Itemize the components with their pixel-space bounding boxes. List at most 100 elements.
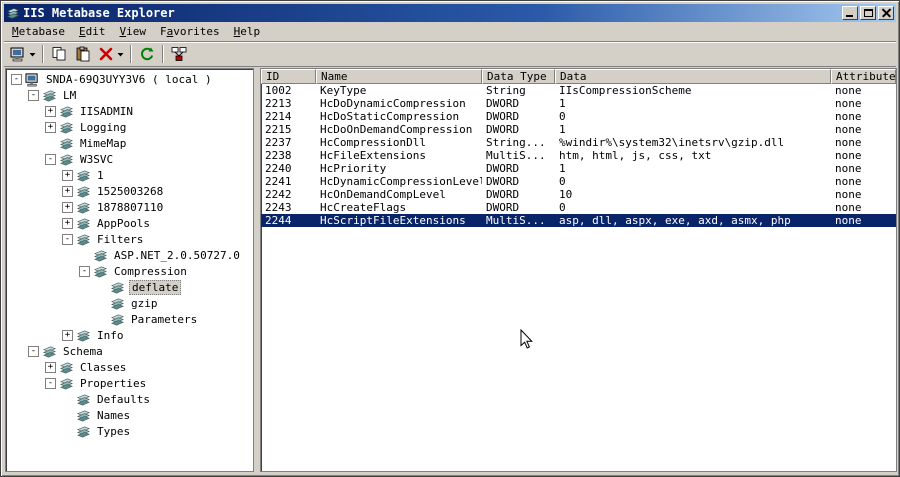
tree-item-classes[interactable]: + Classes [6, 359, 253, 375]
maximize-icon [863, 9, 873, 17]
tree-item-mimemap[interactable]: MimeMap [6, 135, 253, 151]
tree-item-label[interactable]: Classes [78, 361, 128, 374]
tree-item-label[interactable]: Properties [78, 377, 148, 390]
tree-item-label[interactable]: SNDA-69Q3UYY3V6 ( local ) [44, 73, 214, 86]
tree-item-gzip[interactable]: gzip [6, 295, 253, 311]
tree-item-asp-net-2-0-50727-0[interactable]: ASP.NET_2.0.50727.0 [6, 247, 253, 263]
column-header-data-type[interactable]: Data Type [482, 69, 555, 84]
table-row[interactable]: 2244 HcScriptFileExtensions MultiS... asp, … [261, 214, 896, 227]
tree-item-1[interactable]: +1 [6, 167, 253, 183]
table-row[interactable]: 2215 HcDoOnDemandCompression DWORD 1 none [261, 123, 896, 136]
tree-item-label[interactable]: 1 [95, 169, 106, 182]
network-button[interactable] [167, 43, 191, 65]
refresh-button[interactable] [135, 43, 159, 65]
table-row[interactable]: 2237 HcCompressionDll String... %windir%\sy… [261, 136, 896, 149]
tree-item-label[interactable]: 1878807110 [95, 201, 165, 214]
tree-item-1525003268[interactable]: +1525003268 [6, 183, 253, 199]
column-header-data[interactable]: Data [555, 69, 831, 84]
tree-item-label[interactable]: Logging [78, 121, 128, 134]
dropdown-caret-icon[interactable] [117, 52, 124, 57]
cell-attrs: none [835, 123, 862, 136]
tree-toggle-plus-icon[interactable]: + [62, 329, 73, 341]
tree-item-names[interactable]: Names [6, 407, 253, 423]
table-row[interactable]: 2213 HcDoDynamicCompression DWORD 1 none [261, 97, 896, 110]
tree-item-label[interactable]: 1525003268 [95, 185, 165, 198]
tree-toggle-plus-icon[interactable]: + [45, 361, 56, 373]
minimize-button[interactable] [842, 6, 858, 20]
menu-view[interactable]: View [112, 23, 153, 40]
tree-item-label[interactable]: Parameters [129, 313, 199, 326]
tree-item-types[interactable]: Types [6, 423, 253, 439]
delete-icon [98, 46, 114, 62]
table-row[interactable]: 1002 KeyType String IIsCompressionScheme non… [261, 84, 896, 97]
tree-toggle-minus-icon[interactable]: - [79, 265, 90, 277]
table-row[interactable]: 2242 HcOnDemandCompLevel DWORD 10 none [261, 188, 896, 201]
tree-item-label[interactable]: Schema [61, 345, 105, 358]
table-row[interactable]: 2243 HcCreateFlags DWORD 0 none [261, 201, 896, 214]
column-header-attributes[interactable]: Attributes [831, 69, 896, 84]
tree-item-label[interactable]: deflate [129, 279, 182, 295]
tree-item-label[interactable]: Defaults [95, 393, 152, 406]
column-header-name[interactable]: Name [316, 69, 482, 84]
tree-item-iisadmin[interactable]: + IISADMIN [6, 103, 253, 119]
tree-item-label[interactable]: LM [61, 89, 78, 102]
dropdown-caret-icon[interactable] [29, 52, 36, 57]
close-button[interactable] [878, 6, 894, 20]
tree-item-filters[interactable]: - Filters [6, 231, 253, 247]
tree-toggle-minus-icon[interactable]: - [45, 377, 56, 389]
tree-toggle-plus-icon[interactable]: + [62, 201, 73, 213]
tree-item-label[interactable]: Filters [95, 233, 145, 246]
tree-item-lm[interactable]: - LM [6, 87, 253, 103]
maximize-button[interactable] [860, 6, 876, 20]
tree-toggle-plus-icon[interactable]: + [62, 185, 73, 197]
tree-toggle-plus-icon[interactable]: + [62, 217, 73, 229]
tree-item-label[interactable]: IISADMIN [78, 105, 135, 118]
tree-toggle-minus-icon[interactable]: - [28, 345, 39, 357]
menu-edit[interactable]: Edit [72, 23, 113, 40]
tree-item-label[interactable]: gzip [129, 297, 160, 310]
tree-item-deflate[interactable]: deflate [6, 279, 253, 295]
cell-id: 2213 [265, 97, 292, 110]
copy-button[interactable] [47, 43, 71, 65]
tree-item-parameters[interactable]: Parameters [6, 311, 253, 327]
tree-item-label[interactable]: Types [95, 425, 132, 438]
table-row[interactable]: 2214 HcDoStaticCompression DWORD 0 none [261, 110, 896, 123]
tree-toggle-plus-icon[interactable]: + [45, 105, 56, 117]
tree-toggle-minus-icon[interactable]: - [62, 233, 73, 245]
tree-item-label[interactable]: Info [95, 329, 126, 342]
table-row[interactable]: 2241 HcDynamicCompressionLevel DWORD 0 none [261, 175, 896, 188]
menu-help[interactable]: Help [227, 23, 268, 40]
tree-item-label[interactable]: Compression [112, 265, 189, 278]
tree-item-snda-69q3uyy3v6-local[interactable]: - SNDA-69Q3UYY3V6 ( local ) [6, 71, 253, 87]
delete-button[interactable] [95, 43, 127, 65]
paste-button[interactable] [71, 43, 95, 65]
cell-name: HcDoOnDemandCompression [320, 123, 473, 136]
tree-item-properties[interactable]: - Properties [6, 375, 253, 391]
tree-item-label[interactable]: MimeMap [78, 137, 128, 150]
tree-toggle-plus-icon[interactable]: + [62, 169, 73, 181]
tree-toggle-plus-icon[interactable]: + [45, 121, 56, 133]
tree-item-label[interactable]: Names [95, 409, 132, 422]
menu-metabase[interactable]: Metabase [5, 23, 72, 40]
column-header-id[interactable]: ID [261, 69, 316, 84]
tree-toggle-minus-icon[interactable]: - [11, 73, 22, 85]
tree-item-defaults[interactable]: Defaults [6, 391, 253, 407]
tree-item-label[interactable]: AppPools [95, 217, 152, 230]
connect-button[interactable] [7, 43, 39, 65]
tree-item-apppools[interactable]: + AppPools [6, 215, 253, 231]
title-bar[interactable]: IIS Metabase Explorer [4, 4, 896, 22]
tree-item-w3svc[interactable]: - W3SVC [6, 151, 253, 167]
table-row[interactable]: 2238 HcFileExtensions MultiS... htm, html, … [261, 149, 896, 162]
table-row[interactable]: 2240 HcPriority DWORD 1 none [261, 162, 896, 175]
metabase-tree[interactable]: - SNDA-69Q3UYY3V6 ( local ) - LM + IISADMIN + L… [5, 68, 254, 472]
tree-item-compression[interactable]: - Compression [6, 263, 253, 279]
menu-favorites[interactable]: Favorites [153, 23, 227, 40]
tree-item-info[interactable]: + Info [6, 327, 253, 343]
tree-item-1878807110[interactable]: +1878807110 [6, 199, 253, 215]
tree-item-label[interactable]: ASP.NET_2.0.50727.0 [112, 249, 242, 262]
tree-toggle-minus-icon[interactable]: - [45, 153, 56, 165]
tree-item-schema[interactable]: - Schema [6, 343, 253, 359]
tree-item-logging[interactable]: + Logging [6, 119, 253, 135]
tree-item-label[interactable]: W3SVC [78, 153, 115, 166]
tree-toggle-minus-icon[interactable]: - [28, 89, 39, 101]
